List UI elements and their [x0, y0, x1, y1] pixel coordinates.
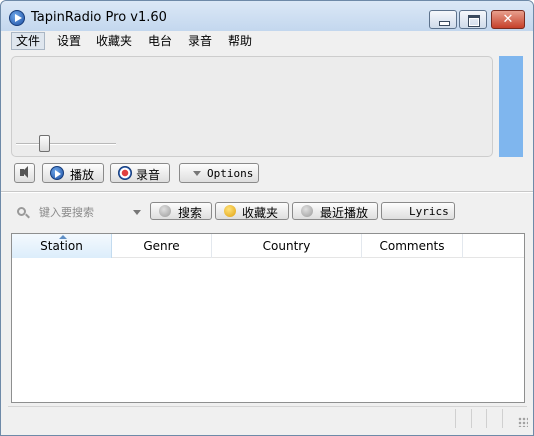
visualization-panel	[11, 56, 493, 157]
history-icon	[301, 205, 313, 217]
record-icon	[118, 166, 132, 180]
status-separator	[486, 409, 487, 428]
resize-grip-icon[interactable]	[518, 417, 528, 427]
play-icon	[50, 166, 64, 180]
table-header: Station Genre Country Comments	[12, 234, 524, 258]
record-label: 录音	[136, 168, 161, 182]
search-button-label: 搜索	[178, 206, 203, 220]
column-header-genre-label: Genre	[143, 239, 180, 253]
recently-played-button[interactable]: 最近播放	[292, 202, 378, 220]
menu-help[interactable]: 帮助	[224, 32, 256, 50]
record-button[interactable]: 录音	[110, 163, 170, 183]
menu-file[interactable]: 文件	[11, 32, 46, 50]
column-header-country-label: Country	[262, 239, 311, 253]
station-table[interactable]: Station Genre Country Comments	[11, 233, 525, 403]
status-separator	[471, 409, 472, 428]
maximize-button[interactable]	[459, 10, 487, 29]
lyrics-label: Lyrics	[409, 205, 449, 218]
search-input[interactable]	[39, 204, 125, 220]
volume-slider-track[interactable]	[16, 143, 116, 145]
volume-slider-thumb[interactable]	[39, 135, 50, 152]
options-button[interactable]: Options	[179, 163, 259, 183]
menu-favorites[interactable]: 收藏夹	[92, 32, 136, 50]
title-bar[interactable]: TapinRadio Pro v1.60 ✕	[1, 1, 533, 31]
menu-record[interactable]: 录音	[184, 32, 216, 50]
search-button-icon	[159, 205, 171, 217]
column-header-genre[interactable]: Genre	[112, 234, 212, 258]
menu-stations[interactable]: 电台	[144, 32, 176, 50]
column-header-station-label: Station	[40, 239, 83, 253]
app-window: TapinRadio Pro v1.60 ✕ 文件 设置 收藏夹 电台 录音 帮…	[0, 0, 534, 436]
status-separator	[502, 409, 503, 428]
menu-settings[interactable]: 设置	[53, 32, 85, 50]
search-box[interactable]	[13, 201, 126, 223]
play-button[interactable]: 播放	[42, 163, 104, 183]
lyrics-button[interactable]: Lyrics	[381, 202, 455, 220]
mute-button[interactable]	[14, 163, 35, 183]
level-meter	[499, 56, 523, 157]
speaker-icon	[20, 166, 28, 178]
status-bar	[8, 406, 528, 429]
recently-played-label: 最近播放	[320, 206, 369, 220]
minimize-button[interactable]	[429, 10, 457, 29]
sort-ascending-icon	[59, 235, 67, 239]
play-label: 播放	[70, 168, 95, 182]
close-icon: ✕	[502, 12, 514, 27]
column-header-comments[interactable]: Comments	[362, 234, 463, 258]
menu-bar: 文件 设置 收藏夹 电台 录音 帮助	[9, 31, 527, 51]
divider	[1, 191, 533, 193]
window-title: TapinRadio Pro v1.60	[31, 10, 167, 25]
star-icon	[224, 205, 236, 217]
close-button[interactable]: ✕	[491, 10, 525, 29]
search-icon	[17, 207, 26, 216]
app-logo-icon	[9, 10, 25, 26]
favorites-label: 收藏夹	[242, 206, 279, 220]
search-history-dropdown-icon[interactable]	[133, 210, 141, 215]
column-header-comments-label: Comments	[379, 239, 445, 253]
options-label: Options	[207, 167, 254, 180]
column-header-station[interactable]: Station	[12, 234, 112, 258]
status-separator	[455, 409, 456, 428]
search-button[interactable]: 搜索	[150, 202, 212, 220]
chevron-down-icon	[193, 171, 201, 176]
favorites-button[interactable]: 收藏夹	[215, 202, 289, 220]
column-header-country[interactable]: Country	[212, 234, 362, 258]
